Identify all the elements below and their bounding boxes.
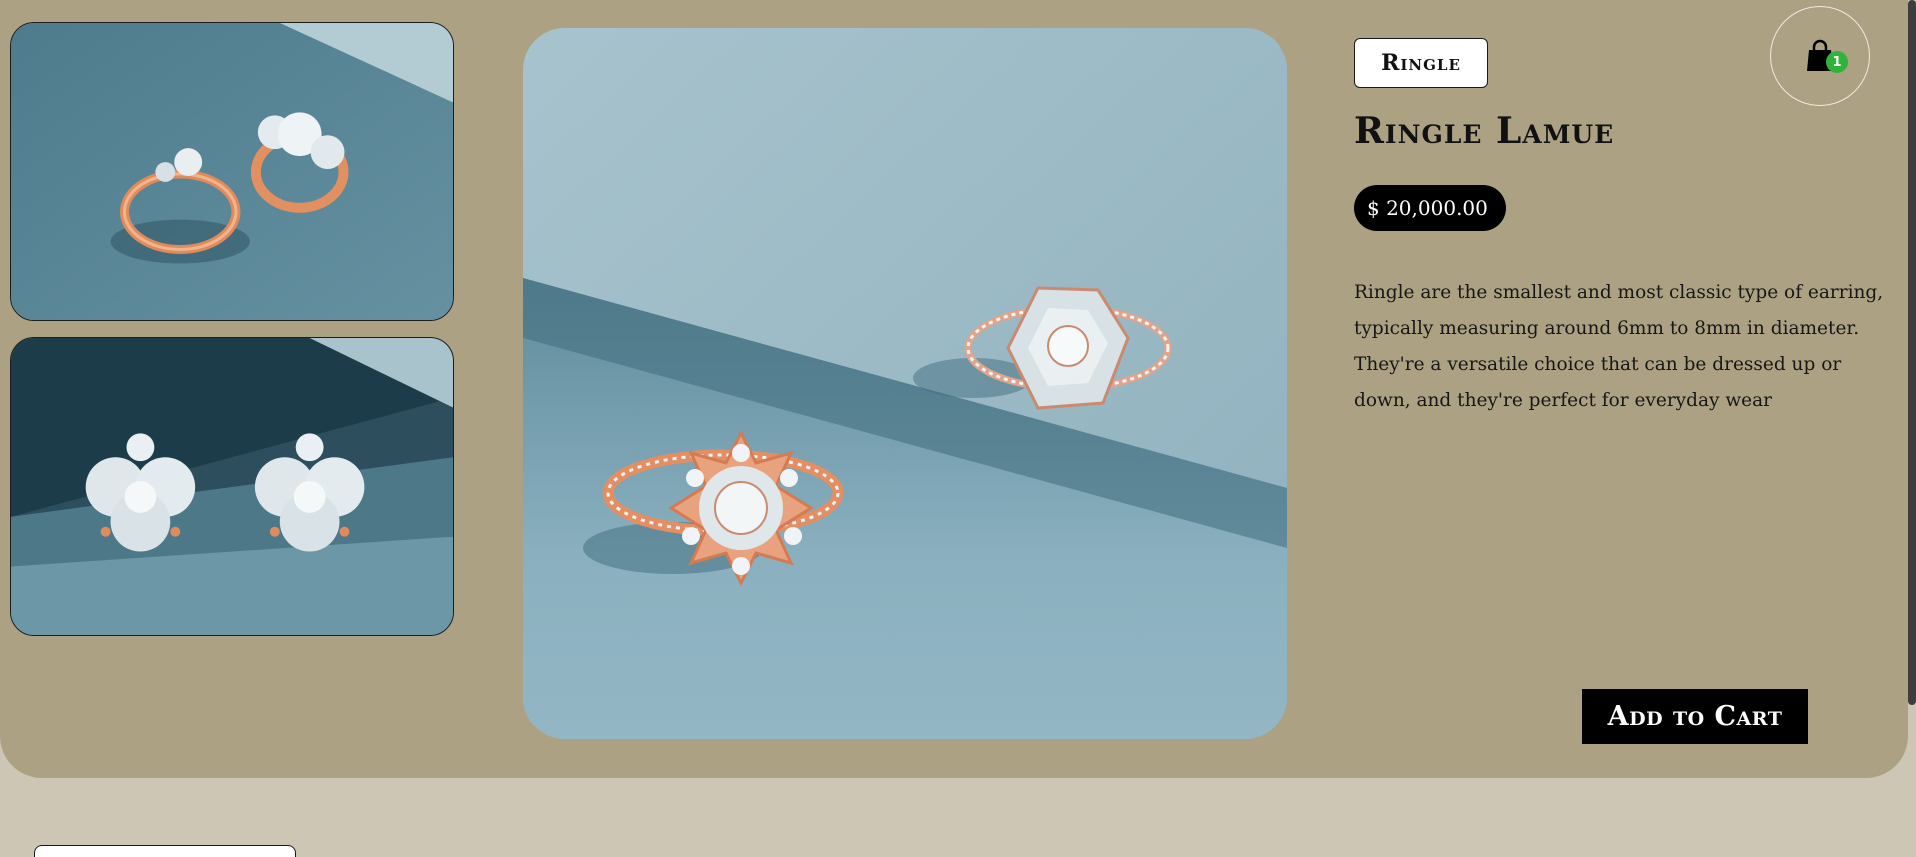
price-badge: $ 20,000.00 bbox=[1354, 185, 1506, 231]
rings-photo bbox=[11, 23, 453, 320]
product-hero: Ringle Ringle Lamue $ 20,000.00 Ringle a… bbox=[0, 0, 1908, 778]
cart-count-badge: 1 bbox=[1826, 51, 1848, 73]
category-tag[interactable]: Ringle bbox=[1354, 38, 1488, 88]
section-tab[interactable] bbox=[34, 845, 296, 857]
scrollbar[interactable] bbox=[1908, 0, 1916, 705]
product-description: Ringle are the smallest and most classic… bbox=[1354, 282, 1884, 411]
product-title: Ringle Lamue bbox=[1354, 110, 1615, 152]
two-diamond-rings-photo bbox=[523, 28, 1287, 739]
main-product-image bbox=[523, 28, 1287, 739]
thumbnail-rings[interactable] bbox=[10, 22, 454, 321]
earrings-photo bbox=[11, 338, 453, 635]
thumbnail-earrings[interactable] bbox=[10, 337, 454, 636]
cart-button[interactable] bbox=[1770, 6, 1870, 106]
add-to-cart-button[interactable]: Add to Cart bbox=[1582, 689, 1808, 744]
